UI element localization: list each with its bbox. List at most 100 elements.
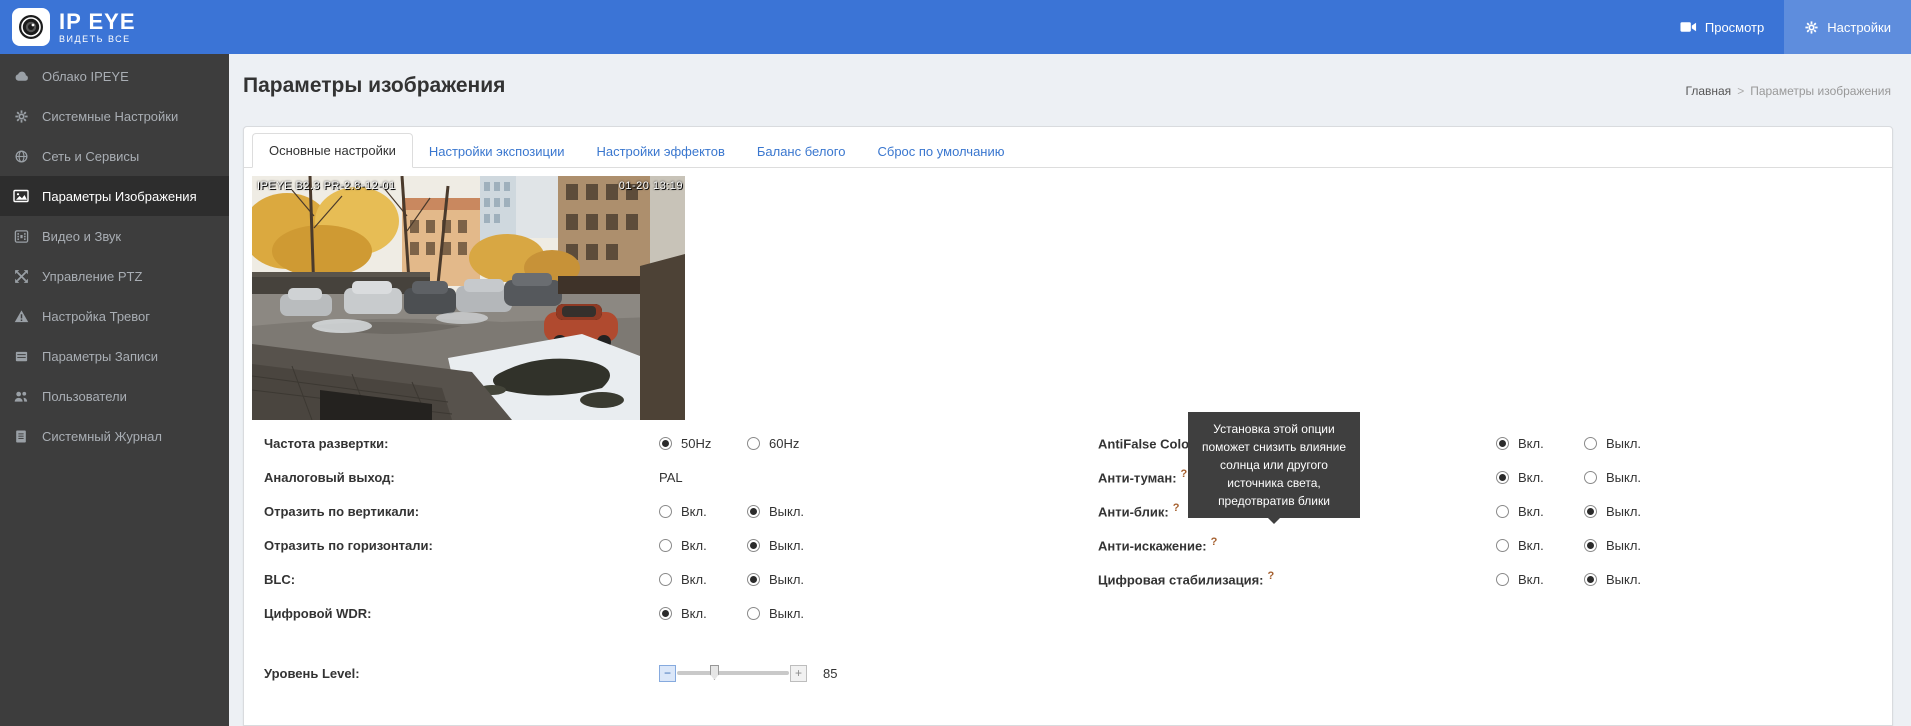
radio-option-label: Выкл. (769, 538, 804, 553)
radio-option-label: Выкл. (1606, 436, 1641, 451)
sidebar-item-label: Настройка Тревог (42, 309, 150, 324)
radio-unselected-icon[interactable] (1496, 573, 1509, 586)
radio-option-blc-0[interactable]: Вкл. (659, 572, 747, 587)
slider-decrease-button[interactable]: − (659, 665, 676, 682)
radio-selected-icon[interactable] (659, 607, 672, 620)
radio-option-anti-fog-1[interactable]: Выкл. (1584, 470, 1672, 485)
radio-unselected-icon[interactable] (1584, 437, 1597, 450)
tab-exposure[interactable]: Настройки экспозиции (413, 135, 581, 168)
sidebar-item-image[interactable]: Параметры Изображения (0, 176, 229, 216)
slider-increase-button[interactable]: + (790, 665, 807, 682)
sidebar-item-alarms[interactable]: Настройка Тревог (0, 296, 229, 336)
breadcrumb-current: Параметры изображения (1750, 84, 1891, 98)
top-header: IP EYE ВИДЕТЬ ВСЕ Просмотр Настройки (0, 0, 1911, 54)
radio-unselected-icon[interactable] (1496, 539, 1509, 552)
radio-selected-icon[interactable] (747, 573, 760, 586)
radio-option-digital-wdr-1[interactable]: Выкл. (747, 606, 835, 621)
sidebar-item-video[interactable]: Видео и Звук (0, 216, 229, 256)
journal-icon (13, 428, 29, 444)
radio-unselected-icon[interactable] (659, 539, 672, 552)
field-label-scan-frequency: Частота развертки: (252, 436, 659, 451)
radio-selected-icon[interactable] (1584, 539, 1597, 552)
radio-option-label: Вкл. (681, 572, 707, 587)
tab-effects[interactable]: Настройки эффектов (580, 135, 740, 168)
field-label-anti-distortion: Анти-искажение:? (1098, 536, 1496, 553)
radio-unselected-icon[interactable] (659, 505, 672, 518)
radio-option-anti-distortion-1[interactable]: Выкл. (1584, 538, 1672, 553)
field-label-analog-output: Аналоговый выход: (252, 470, 659, 485)
nav-view-button[interactable]: Просмотр (1660, 0, 1784, 54)
sidebar-item-label: Системный Журнал (42, 429, 162, 444)
camera-preview-image (252, 176, 685, 420)
field-control-level: − +85 (659, 665, 837, 682)
sidebar-item-users[interactable]: Пользователи (0, 376, 229, 416)
settings-card: Основные настройкиНастройки экспозицииНа… (243, 126, 1893, 726)
radio-unselected-icon[interactable] (747, 607, 760, 620)
preview-overlay-device: IPEYE B2.3 PR-2.8-12-01 (257, 180, 396, 192)
radio-selected-icon[interactable] (1496, 471, 1509, 484)
radio-selected-icon[interactable] (747, 505, 760, 518)
sidebar: Облако IPEYEСистемные НастройкиСеть и Се… (0, 54, 229, 726)
radio-option-anti-distortion-0[interactable]: Вкл. (1496, 538, 1584, 553)
radio-option-anti-glare-1[interactable]: Выкл. (1584, 504, 1672, 519)
nav-settings-label: Настройки (1827, 20, 1891, 35)
radio-option-flip-vertical-1[interactable]: Выкл. (747, 504, 835, 519)
field-label-blc: BLC: (252, 572, 659, 587)
help-icon-anti-glare[interactable]: ? (1173, 502, 1180, 514)
radio-selected-icon[interactable] (747, 539, 760, 552)
sidebar-item-ptz[interactable]: Управление PTZ (0, 256, 229, 296)
slider-value: 85 (823, 666, 837, 681)
sidebar-item-network[interactable]: Сеть и Сервисы (0, 136, 229, 176)
nav-settings-button[interactable]: Настройки (1784, 0, 1911, 54)
radio-option-digital-stabilization-0[interactable]: Вкл. (1496, 572, 1584, 587)
slider-handle[interactable] (710, 665, 719, 680)
video-camera-icon (1680, 21, 1697, 33)
field-control-antifalse-color: Вкл. Выкл. (1496, 436, 1672, 451)
radio-option-scan-frequency-0[interactable]: 50Hz (659, 436, 747, 451)
radio-option-label: Вкл. (681, 538, 707, 553)
radio-option-digital-stabilization-1[interactable]: Выкл. (1584, 572, 1672, 587)
radio-unselected-icon[interactable] (1584, 471, 1597, 484)
radio-option-scan-frequency-1[interactable]: 60Hz (747, 436, 835, 451)
help-icon-digital-stabilization[interactable]: ? (1268, 570, 1275, 582)
field-label-flip-horizontal: Отразить по горизонтали: (252, 538, 659, 553)
help-icon-anti-fog[interactable]: ? (1181, 468, 1188, 480)
logo: IP EYE ВИДЕТЬ ВСЕ (0, 8, 136, 46)
field-control-blc: Вкл. Выкл. (659, 572, 835, 587)
radio-option-antifalse-color-0[interactable]: Вкл. (1496, 436, 1584, 451)
radio-option-label: Вкл. (1518, 538, 1544, 553)
radio-option-antifalse-color-1[interactable]: Выкл. (1584, 436, 1672, 451)
record-icon (13, 348, 29, 364)
sidebar-item-cloud[interactable]: Облако IPEYE (0, 56, 229, 96)
radio-unselected-icon[interactable] (1496, 505, 1509, 518)
radio-unselected-icon[interactable] (659, 573, 672, 586)
tab-main[interactable]: Основные настройки (252, 133, 413, 168)
radio-option-anti-fog-0[interactable]: Вкл. (1496, 470, 1584, 485)
tab-reset[interactable]: Сброс по умолчанию (861, 135, 1020, 168)
preview-overlay-timestamp: 01-20 13:19 (619, 180, 683, 192)
form-row-digital-stabilization: Цифровая стабилизация:?Вкл.Выкл. (1098, 562, 1738, 596)
radio-selected-icon[interactable] (1584, 573, 1597, 586)
sidebar-item-label: Параметры Записи (42, 349, 158, 364)
slider-track[interactable] (677, 671, 789, 675)
radio-unselected-icon[interactable] (747, 437, 760, 450)
radio-selected-icon[interactable] (659, 437, 672, 450)
radio-selected-icon[interactable] (1584, 505, 1597, 518)
form-row-digital-wdr: Цифровой WDR:Вкл.Выкл. (252, 596, 1872, 630)
radio-option-flip-vertical-0[interactable]: Вкл. (659, 504, 747, 519)
tab-wb[interactable]: Баланс белого (741, 135, 862, 168)
sidebar-item-record[interactable]: Параметры Записи (0, 336, 229, 376)
field-control-analog-output: PAL (659, 470, 683, 485)
sidebar-item-system[interactable]: Системные Настройки (0, 96, 229, 136)
help-icon-anti-distortion[interactable]: ? (1211, 536, 1218, 548)
field-label-level: Уровень Level: (252, 666, 659, 681)
radio-selected-icon[interactable] (1496, 437, 1509, 450)
sidebar-item-log[interactable]: Системный Журнал (0, 416, 229, 456)
radio-option-flip-horizontal-0[interactable]: Вкл. (659, 538, 747, 553)
radio-option-flip-horizontal-1[interactable]: Выкл. (747, 538, 835, 553)
radio-option-digital-wdr-0[interactable]: Вкл. (659, 606, 747, 621)
breadcrumb-link[interactable]: Главная (1686, 84, 1732, 98)
help-tooltip-text: Установка этой опции поможет снизить вли… (1202, 422, 1346, 508)
radio-option-anti-glare-0[interactable]: Вкл. (1496, 504, 1584, 519)
radio-option-blc-1[interactable]: Выкл. (747, 572, 835, 587)
